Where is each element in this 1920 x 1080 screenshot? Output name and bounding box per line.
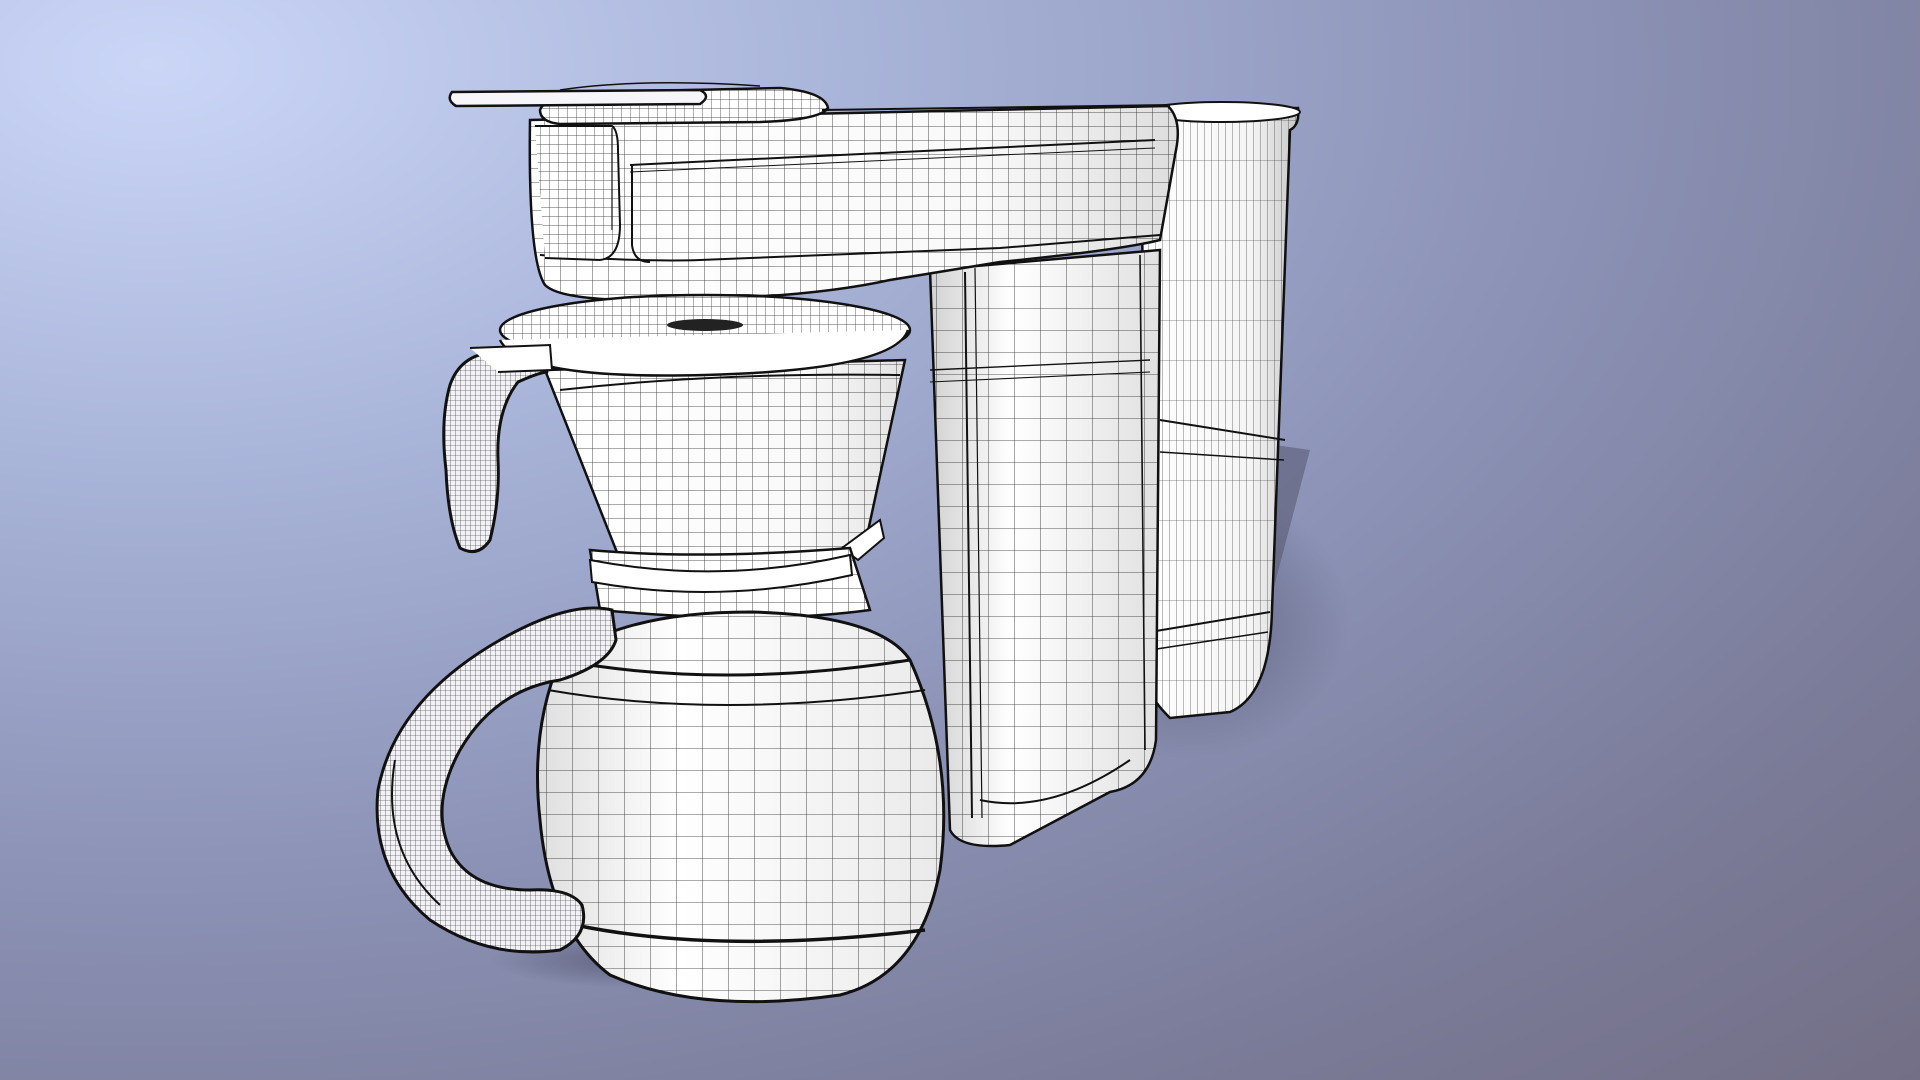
coffee-maker-model	[375, 82, 1350, 1004]
3d-viewport[interactable]	[0, 0, 1920, 1080]
filter-handle	[442, 343, 554, 554]
machine-body	[928, 248, 1162, 848]
carafe	[536, 518, 946, 1004]
